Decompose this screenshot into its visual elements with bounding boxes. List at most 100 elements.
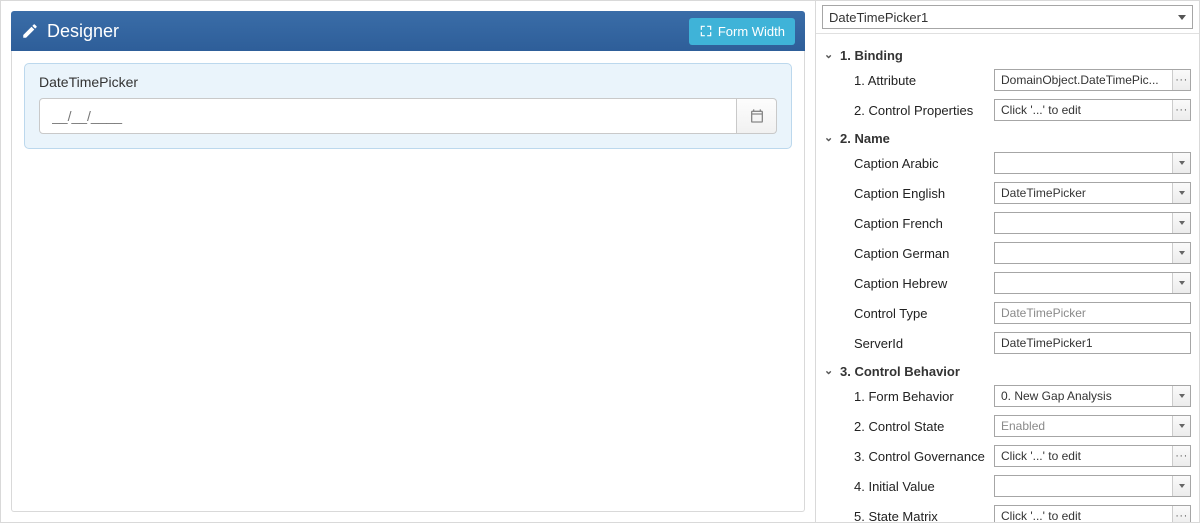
category-header[interactable]: ⌄ 2. Name xyxy=(824,131,1191,146)
property-value-cell xyxy=(994,242,1191,264)
property-value-cell: DateTimePicker1 xyxy=(994,332,1191,354)
property-value-input: Enabled xyxy=(994,415,1191,437)
property-row: 2. Control State Enabled xyxy=(824,413,1191,439)
property-row: 2. Control PropertiesClick '...' to edit… xyxy=(824,97,1191,123)
category-header[interactable]: ⌄ 3. Control Behavior xyxy=(824,364,1191,379)
property-value-text: 0. New Gap Analysis xyxy=(1001,389,1112,403)
property-value-cell: Click '...' to edit ··· xyxy=(994,505,1191,522)
pencil-icon xyxy=(21,22,39,40)
property-value-text: Click '...' to edit xyxy=(1001,449,1081,463)
datetimepicker-control[interactable]: DateTimePicker xyxy=(24,63,792,149)
property-grid[interactable]: ⌄1. Binding1. AttributeDomainObject.Date… xyxy=(816,34,1199,522)
property-value-cell xyxy=(994,212,1191,234)
property-value-text: Click '...' to edit xyxy=(1001,509,1081,522)
ellipsis-button[interactable]: ··· xyxy=(1172,100,1190,120)
property-label: 4. Initial Value xyxy=(824,479,994,494)
property-value-text: DateTimePicker xyxy=(1001,306,1086,320)
property-label: Control Type xyxy=(824,306,994,321)
property-value-cell: 0. New Gap Analysis xyxy=(994,385,1191,407)
property-label: 1. Form Behavior xyxy=(824,389,994,404)
dropdown-button[interactable] xyxy=(1172,243,1190,263)
form-width-button[interactable]: Form Width xyxy=(689,18,795,45)
dropdown-button[interactable] xyxy=(1172,183,1190,203)
designer-title-text: Designer xyxy=(47,21,119,42)
property-value-cell xyxy=(994,152,1191,174)
property-value-input[interactable]: DomainObject.DateTimePic... xyxy=(994,69,1191,91)
property-value-cell: Click '...' to edit ··· xyxy=(994,445,1191,467)
dropdown-button[interactable] xyxy=(1172,213,1190,233)
property-value-cell xyxy=(994,475,1191,497)
property-label: Caption Arabic xyxy=(824,156,994,171)
property-row: ServerId DateTimePicker1 xyxy=(824,330,1191,356)
property-value-text: DateTimePicker xyxy=(1001,186,1086,200)
property-value-input[interactable]: Click '...' to edit xyxy=(994,445,1191,467)
object-selector-row: DateTimePicker1 xyxy=(816,1,1199,34)
property-row: Caption Arabic xyxy=(824,150,1191,176)
dropdown-button xyxy=(1172,416,1190,436)
property-value-cell xyxy=(994,272,1191,294)
property-row: Control Type DateTimePicker xyxy=(824,300,1191,326)
property-value-text: Click '...' to edit xyxy=(1001,103,1081,117)
property-value-input[interactable]: 0. New Gap Analysis xyxy=(994,385,1191,407)
property-grid-pane: DateTimePicker1 ⌄1. Binding1. AttributeD… xyxy=(816,1,1199,522)
ellipsis-button[interactable]: ··· xyxy=(1172,70,1190,90)
property-value-input[interactable]: Click '...' to edit xyxy=(994,99,1191,121)
property-value-input[interactable] xyxy=(994,475,1191,497)
property-value-input[interactable]: DateTimePicker1 xyxy=(994,332,1191,354)
property-value-input[interactable] xyxy=(994,212,1191,234)
property-value-cell: DateTimePicker xyxy=(994,302,1191,324)
dropdown-button[interactable] xyxy=(1172,153,1190,173)
form-width-label: Form Width xyxy=(718,24,785,39)
property-row: 1. Form Behavior 0. New Gap Analysis xyxy=(824,383,1191,409)
property-value-input[interactable] xyxy=(994,242,1191,264)
property-value-cell: Click '...' to edit ··· xyxy=(994,99,1191,121)
category-label: 1. Binding xyxy=(840,48,903,63)
property-row: Caption Hebrew xyxy=(824,270,1191,296)
calendar-button[interactable] xyxy=(737,98,777,134)
property-label: 1. Attribute xyxy=(824,73,994,88)
chevron-down-icon: ⌄ xyxy=(824,364,836,377)
property-value-cell: DateTimePicker xyxy=(994,182,1191,204)
date-input-row xyxy=(39,98,777,134)
property-label: Caption Hebrew xyxy=(824,276,994,291)
designer-header: Designer Form Width xyxy=(11,11,805,51)
property-row: 5. State MatrixClick '...' to edit··· xyxy=(824,503,1191,522)
category-label: 3. Control Behavior xyxy=(840,364,960,379)
category-label: 2. Name xyxy=(840,131,890,146)
property-label: 2. Control Properties xyxy=(824,103,994,118)
property-value-input[interactable] xyxy=(994,152,1191,174)
category-header[interactable]: ⌄ 1. Binding xyxy=(824,48,1191,63)
property-label: ServerId xyxy=(824,336,994,351)
property-row: Caption German xyxy=(824,240,1191,266)
property-value-text: Enabled xyxy=(1001,419,1045,433)
property-value-text: DateTimePicker1 xyxy=(1001,336,1093,350)
dropdown-button[interactable] xyxy=(1172,386,1190,406)
object-selector[interactable]: DateTimePicker1 xyxy=(822,5,1193,29)
designer-canvas[interactable]: DateTimePicker xyxy=(11,51,805,512)
control-caption: DateTimePicker xyxy=(39,74,777,90)
dropdown-button[interactable] xyxy=(1172,273,1190,293)
designer-pane: Designer Form Width DateTimePicker xyxy=(1,1,816,522)
property-value-input[interactable] xyxy=(994,272,1191,294)
ellipsis-button[interactable]: ··· xyxy=(1172,506,1190,522)
property-label: Caption English xyxy=(824,186,994,201)
object-selector-value: DateTimePicker1 xyxy=(829,10,928,25)
property-label: 3. Control Governance xyxy=(824,449,994,464)
expand-icon xyxy=(699,24,713,38)
property-value-cell: DomainObject.DateTimePic... ··· xyxy=(994,69,1191,91)
property-value-input[interactable]: DateTimePicker xyxy=(994,182,1191,204)
chevron-down-icon: ⌄ xyxy=(824,131,836,144)
calendar-icon xyxy=(749,108,765,124)
date-input[interactable] xyxy=(39,98,737,134)
property-value-cell: Enabled xyxy=(994,415,1191,437)
ellipsis-button[interactable]: ··· xyxy=(1172,446,1190,466)
chevron-down-icon: ⌄ xyxy=(824,48,836,61)
property-value-input: DateTimePicker xyxy=(994,302,1191,324)
property-label: 2. Control State xyxy=(824,419,994,434)
property-row: Caption French xyxy=(824,210,1191,236)
property-value-input[interactable]: Click '...' to edit xyxy=(994,505,1191,522)
property-value-text: DomainObject.DateTimePic... xyxy=(1001,73,1159,87)
app-root: Designer Form Width DateTimePicker xyxy=(0,0,1200,523)
property-row: 1. Attribute DomainObject.DateTimePic... ·… xyxy=(824,67,1191,93)
dropdown-button[interactable] xyxy=(1172,476,1190,496)
